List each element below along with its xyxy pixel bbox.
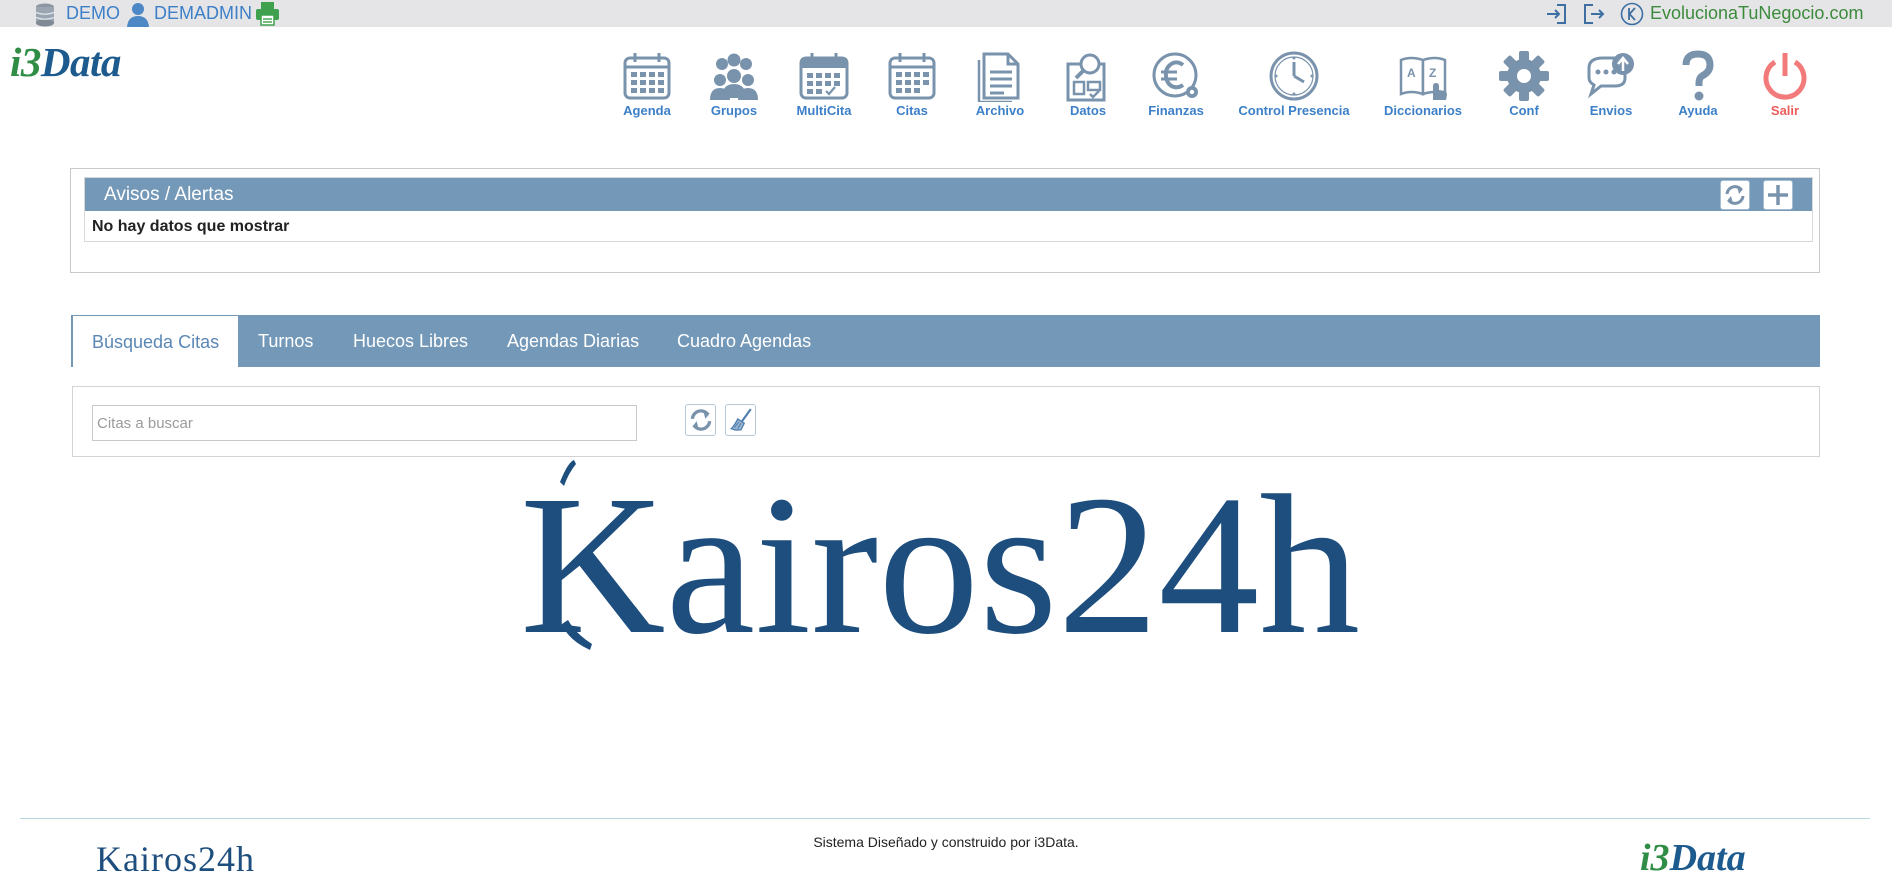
- nav-label: Agenda: [623, 103, 671, 118]
- site-link-text[interactable]: EvolucionaTuNegocio.com: [1650, 3, 1863, 24]
- power-icon: [1763, 53, 1807, 100]
- database-indicator[interactable]: DEMO: [32, 0, 120, 27]
- nav-label: Salir: [1770, 103, 1800, 118]
- nav-ayuda[interactable]: Ayuda: [1670, 50, 1726, 122]
- data-search-icon: [1066, 53, 1106, 102]
- search-input[interactable]: [92, 405, 637, 441]
- top-bar: DEMO DEMADMIN EvolucionaTuNegocio.com: [0, 0, 1892, 27]
- nav-label: Archivo: [975, 103, 1025, 118]
- dictionary-icon: A Z: [1399, 56, 1447, 100]
- i3data-logo: i3Data: [10, 39, 121, 85]
- printer-icon: [256, 2, 279, 26]
- user-indicator[interactable]: DEMADMIN: [126, 0, 252, 27]
- nav-citas[interactable]: Citas: [884, 50, 940, 122]
- nav-label: Envios: [1589, 103, 1633, 118]
- gear-icon: [1499, 51, 1549, 101]
- clock-icon: [1269, 51, 1319, 101]
- nav-multicita[interactable]: MultiCita: [796, 50, 852, 122]
- nav-conf[interactable]: Conf: [1496, 50, 1552, 122]
- nav-archivo[interactable]: Archivo: [972, 50, 1028, 122]
- add-alert-button[interactable]: [1763, 180, 1793, 210]
- alerts-box: Avisos / Alertas No hay datos que mostra…: [84, 177, 1813, 242]
- euro-icon: [1152, 52, 1198, 98]
- alerts-empty-message: No hay datos que mostrar: [92, 218, 290, 235]
- nav-label: Datos: [1069, 103, 1107, 118]
- user-icon: [127, 2, 149, 27]
- group-icon: [710, 53, 758, 100]
- tab-bar: Búsqueda Citas Turnos Huecos Libres Agen…: [71, 315, 1820, 368]
- svg-text:Z: Z: [1429, 66, 1436, 80]
- alerts-header: Avisos / Alertas: [85, 178, 1812, 211]
- tab-busqueda-citas[interactable]: Búsqueda Citas: [73, 316, 239, 368]
- appointments-icon: [888, 53, 936, 100]
- kairos-circle-icon: [1620, 2, 1644, 25]
- nav-agenda[interactable]: Agenda: [619, 50, 675, 122]
- nav-control-presencia[interactable]: Control Presencia: [1238, 50, 1350, 122]
- footer-divider: [20, 818, 1870, 819]
- database-icon: [35, 3, 55, 26]
- calendar-icon: [623, 53, 671, 100]
- nav-label: Diccionarios: [1383, 103, 1463, 118]
- nav-diccionarios[interactable]: A Z Diccionarios: [1384, 50, 1462, 122]
- refresh-icon: [1725, 185, 1745, 205]
- nav-label: Citas: [896, 103, 928, 118]
- tab-cuadro-agendas[interactable]: Cuadro Agendas: [677, 315, 811, 367]
- login-button[interactable]: [1544, 0, 1568, 27]
- nav-datos[interactable]: Datos: [1060, 50, 1116, 122]
- login-icon: [1547, 3, 1566, 24]
- search-panel: [72, 386, 1820, 457]
- brand-name: Kairos24h: [520, 455, 1360, 672]
- question-icon: [1682, 50, 1714, 101]
- print-button[interactable]: [255, 0, 280, 27]
- footer-i3data-logo: i3Data: [1640, 837, 1746, 879]
- broom-icon: [729, 408, 752, 431]
- logout-button[interactable]: [1582, 0, 1606, 27]
- nav-envios[interactable]: Envios: [1583, 50, 1639, 122]
- clear-search-button[interactable]: [725, 404, 756, 436]
- footer-credit: Sistema Diseñado y construido por i3Data…: [813, 834, 1079, 850]
- nav-label: Ayuda: [1678, 103, 1718, 118]
- nav-label: Finanzas: [1148, 103, 1204, 118]
- site-link[interactable]: EvolucionaTuNegocio.com: [1620, 0, 1863, 27]
- user-name[interactable]: DEMADMIN: [154, 3, 252, 24]
- document-icon: [977, 52, 1020, 102]
- refresh-search-button[interactable]: [685, 404, 716, 436]
- tab-agendas-diarias[interactable]: Agendas Diarias: [507, 315, 639, 367]
- alerts-panel: Avisos / Alertas No hay datos que mostra…: [70, 168, 1820, 273]
- nav-label: Grupos: [710, 103, 758, 118]
- multi-calendar-icon: [799, 53, 849, 100]
- nav-label: Control Presencia: [1238, 103, 1350, 118]
- nav-grupos[interactable]: Grupos: [706, 50, 762, 122]
- database-name[interactable]: DEMO: [66, 3, 120, 24]
- nav-label: MultiCita: [796, 103, 852, 118]
- plus-icon: [1768, 185, 1788, 205]
- kairos24h-logo: Kairos24h: [520, 455, 1360, 672]
- chat-send-icon: [1587, 53, 1634, 99]
- tab-huecos-libres[interactable]: Huecos Libres: [353, 315, 468, 367]
- refresh-icon: [690, 409, 711, 431]
- tab-turnos[interactable]: Turnos: [258, 315, 313, 367]
- refresh-alerts-button[interactable]: [1720, 180, 1750, 210]
- footer-kairos-logo: Kairos24h: [96, 839, 255, 879]
- nav-label: Conf: [1509, 103, 1539, 118]
- alerts-title: Avisos / Alertas: [104, 184, 234, 205]
- nav-finanzas[interactable]: Finanzas: [1148, 50, 1204, 122]
- nav-salir[interactable]: Salir: [1757, 50, 1813, 122]
- svg-text:A: A: [1407, 66, 1416, 80]
- logout-icon: [1584, 3, 1605, 24]
